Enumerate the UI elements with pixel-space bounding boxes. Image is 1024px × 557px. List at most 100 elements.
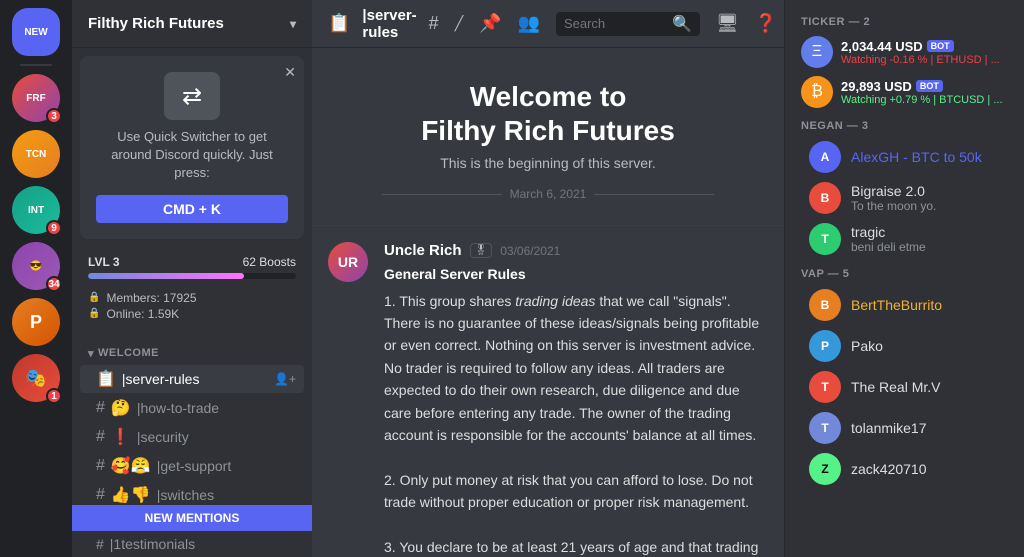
channel-get-support[interactable]: # 🥰😤 |get-support xyxy=(80,452,304,480)
server-icon-new[interactable]: NEW xyxy=(12,8,60,56)
channel-how-to-trade[interactable]: # 🤔 |how-to-trade xyxy=(80,394,304,422)
hash-icon-support: # xyxy=(96,457,105,475)
hash-icon-trade: # xyxy=(96,399,105,417)
server-icon-1[interactable]: FRF 3 xyxy=(12,74,60,122)
ticker-btc[interactable]: ₿ 29,893 USD BOT Watching +0.79 % | BTCU… xyxy=(785,72,1024,112)
lock-icon-online: 🔒 xyxy=(88,308,100,319)
avatar-pako: P xyxy=(809,330,841,362)
channel-list: ▾ WELCOME 📋 |server-rules 👤+ # 🤔 |how-to… xyxy=(72,331,312,505)
channel-testimonials[interactable]: # |1testimonials xyxy=(80,532,304,556)
header-icons: # ╱ 📌 👥 🔍 🖥 ❓ xyxy=(429,12,778,36)
member-tragic[interactable]: T tragic beni deli etme xyxy=(793,219,1016,259)
close-button[interactable]: ✕ xyxy=(284,64,296,81)
avatar-tragic: T xyxy=(809,223,841,255)
main-content: 📋 |server-rules # ╱ 📌 👥 🔍 🖥 ❓ Welcome to… xyxy=(312,0,784,557)
hash-icon-security: # xyxy=(96,428,105,446)
eth-info: 2,034.44 USD BOT Watching -0.16 % | ETHU… xyxy=(841,39,1008,66)
quick-switcher-shortcut[interactable]: CMD + K xyxy=(96,195,288,223)
chevron-category-icon: ▾ xyxy=(88,347,94,360)
header-channel-name-text: |server-rules xyxy=(362,7,416,41)
negan-section-header: NEGAN — 3 xyxy=(785,112,1024,136)
category-welcome-label: WELCOME xyxy=(98,347,159,359)
new-mentions-bar[interactable]: NEW MENTIONS xyxy=(72,505,312,531)
members-stat: 🔒 Members: 17925 xyxy=(88,291,296,305)
add-member-icon[interactable]: 👤+ xyxy=(274,372,296,386)
channel-switches[interactable]: # 👍👎 |switches xyxy=(80,481,304,505)
member-info-tolanmike: tolanmike17 xyxy=(851,420,1000,436)
channel-name-trade: |how-to-trade xyxy=(137,400,296,416)
avatar-img: UR xyxy=(328,242,368,282)
member-tolanmike[interactable]: T tolanmike17 xyxy=(793,408,1016,448)
server-icon-4[interactable]: 😎 34 xyxy=(12,242,60,290)
member-name-alexgh: AlexGH - BTC to 50k xyxy=(851,149,1000,165)
members-icon[interactable]: 👥 xyxy=(518,13,540,34)
btc-info: 29,893 USD BOT Watching +0.79 % | BTCUSD… xyxy=(841,79,1008,106)
member-info-realv: The Real Mr.V xyxy=(851,379,1000,395)
search-input[interactable] xyxy=(564,16,666,31)
server-icon-5[interactable]: P xyxy=(12,298,60,346)
emoji-security: ❗ xyxy=(111,427,131,447)
message-container: UR Uncle Rich 🎖 03/06/2021 General Serve… xyxy=(312,226,784,557)
header-channel-name: |server-rules xyxy=(362,7,416,41)
btc-icon: ₿ xyxy=(801,76,833,108)
quick-switcher-popup: ✕ ⇄ Use Quick Switcher to get around Dis… xyxy=(80,56,304,239)
welcome-section: Welcome toFilthy Rich Futures This is th… xyxy=(312,48,784,226)
member-zack[interactable]: Z zack420710 xyxy=(793,449,1016,489)
members-count: Members: 17925 xyxy=(106,291,196,305)
avatar-tolanmike: T xyxy=(809,412,841,444)
author-badge: 🎖 xyxy=(470,243,493,258)
slash-icon[interactable]: ╱ xyxy=(455,15,463,32)
server-name-header[interactable]: Filthy Rich Futures ▾ xyxy=(72,0,312,48)
ticker-eth[interactable]: Ξ 2,034.44 USD BOT Watching -0.16 % | ET… xyxy=(785,32,1024,72)
btc-price: 29,893 USD BOT xyxy=(841,79,1008,94)
member-status-tragic: beni deli etme xyxy=(851,240,1000,254)
category-welcome[interactable]: ▾ WELCOME xyxy=(72,331,312,364)
server-icon-3[interactable]: INT 9 xyxy=(12,186,60,234)
emoji-trade: 🤔 xyxy=(111,398,131,418)
lock-icon-members: 🔒 xyxy=(88,292,100,303)
pin-icon[interactable]: 📌 xyxy=(479,13,501,34)
message-header: Uncle Rich 🎖 03/06/2021 xyxy=(384,242,768,259)
btc-change: Watching +0.79 % | BTCUSD | ... xyxy=(841,94,1008,106)
search-icon: 🔍 xyxy=(672,14,692,34)
server-icon-2[interactable]: TCN xyxy=(12,130,60,178)
message-avatar: UR xyxy=(328,242,368,282)
welcome-date: March 6, 2021 xyxy=(352,187,744,201)
eth-icon: Ξ xyxy=(801,36,833,68)
member-info-pako: Pako xyxy=(851,338,1000,354)
message-time: 03/06/2021 xyxy=(500,244,560,258)
member-name-tragic: tragic xyxy=(851,224,1000,240)
server-list: NEW FRF 3 TCN INT 9 😎 34 P 🎭 1 xyxy=(0,0,72,557)
channel-sidebar: Filthy Rich Futures ▾ ✕ ⇄ Use Quick Swit… xyxy=(72,0,312,557)
server-name-text: Filthy Rich Futures xyxy=(88,15,224,32)
welcome-subtitle: This is the beginning of this server. xyxy=(352,155,744,171)
server-icon-6[interactable]: 🎭 1 xyxy=(12,354,60,402)
inbox-icon[interactable]: 🖥 xyxy=(716,13,739,34)
emoji-switches: 👍👎 xyxy=(111,485,151,505)
chevron-down-icon: ▾ xyxy=(290,17,296,31)
member-pako[interactable]: P Pako xyxy=(793,326,1016,366)
hashtag-icon[interactable]: # xyxy=(429,13,439,34)
member-name-realv: The Real Mr.V xyxy=(851,379,1000,395)
search-bar[interactable]: 🔍 xyxy=(556,12,700,36)
member-alexgh[interactable]: A AlexGH - BTC to 50k xyxy=(793,137,1016,177)
main-header: 📋 |server-rules # ╱ 📌 👥 🔍 🖥 ❓ xyxy=(312,0,784,48)
member-name-pako: Pako xyxy=(851,338,1000,354)
chat-area: Welcome toFilthy Rich Futures This is th… xyxy=(312,48,784,557)
channel-server-rules[interactable]: 📋 |server-rules 👤+ xyxy=(80,365,304,393)
channel-name-testimonials: |1testimonials xyxy=(110,536,195,552)
channel-security[interactable]: # ❗ |security xyxy=(80,423,304,451)
member-berttheburrito[interactable]: B BertTheBurrito xyxy=(793,285,1016,325)
channel-name-rules: |server-rules xyxy=(122,371,268,387)
server-divider xyxy=(20,64,52,66)
member-bigraise[interactable]: B Bigraise 2.0 To the moon yo. xyxy=(793,178,1016,218)
welcome-date-text: March 6, 2021 xyxy=(510,187,587,201)
member-name-bigraise: Bigraise 2.0 xyxy=(851,183,1000,199)
avatar-alexgh: A xyxy=(809,141,841,173)
member-info-tragic: tragic beni deli etme xyxy=(851,224,1000,254)
member-realv[interactable]: T The Real Mr.V xyxy=(793,367,1016,407)
hash-icon-switches: # xyxy=(96,486,105,504)
server-badge-1: 3 xyxy=(46,108,62,124)
help-icon[interactable]: ❓ xyxy=(755,13,777,34)
member-status-bigraise: To the moon yo. xyxy=(851,199,1000,213)
